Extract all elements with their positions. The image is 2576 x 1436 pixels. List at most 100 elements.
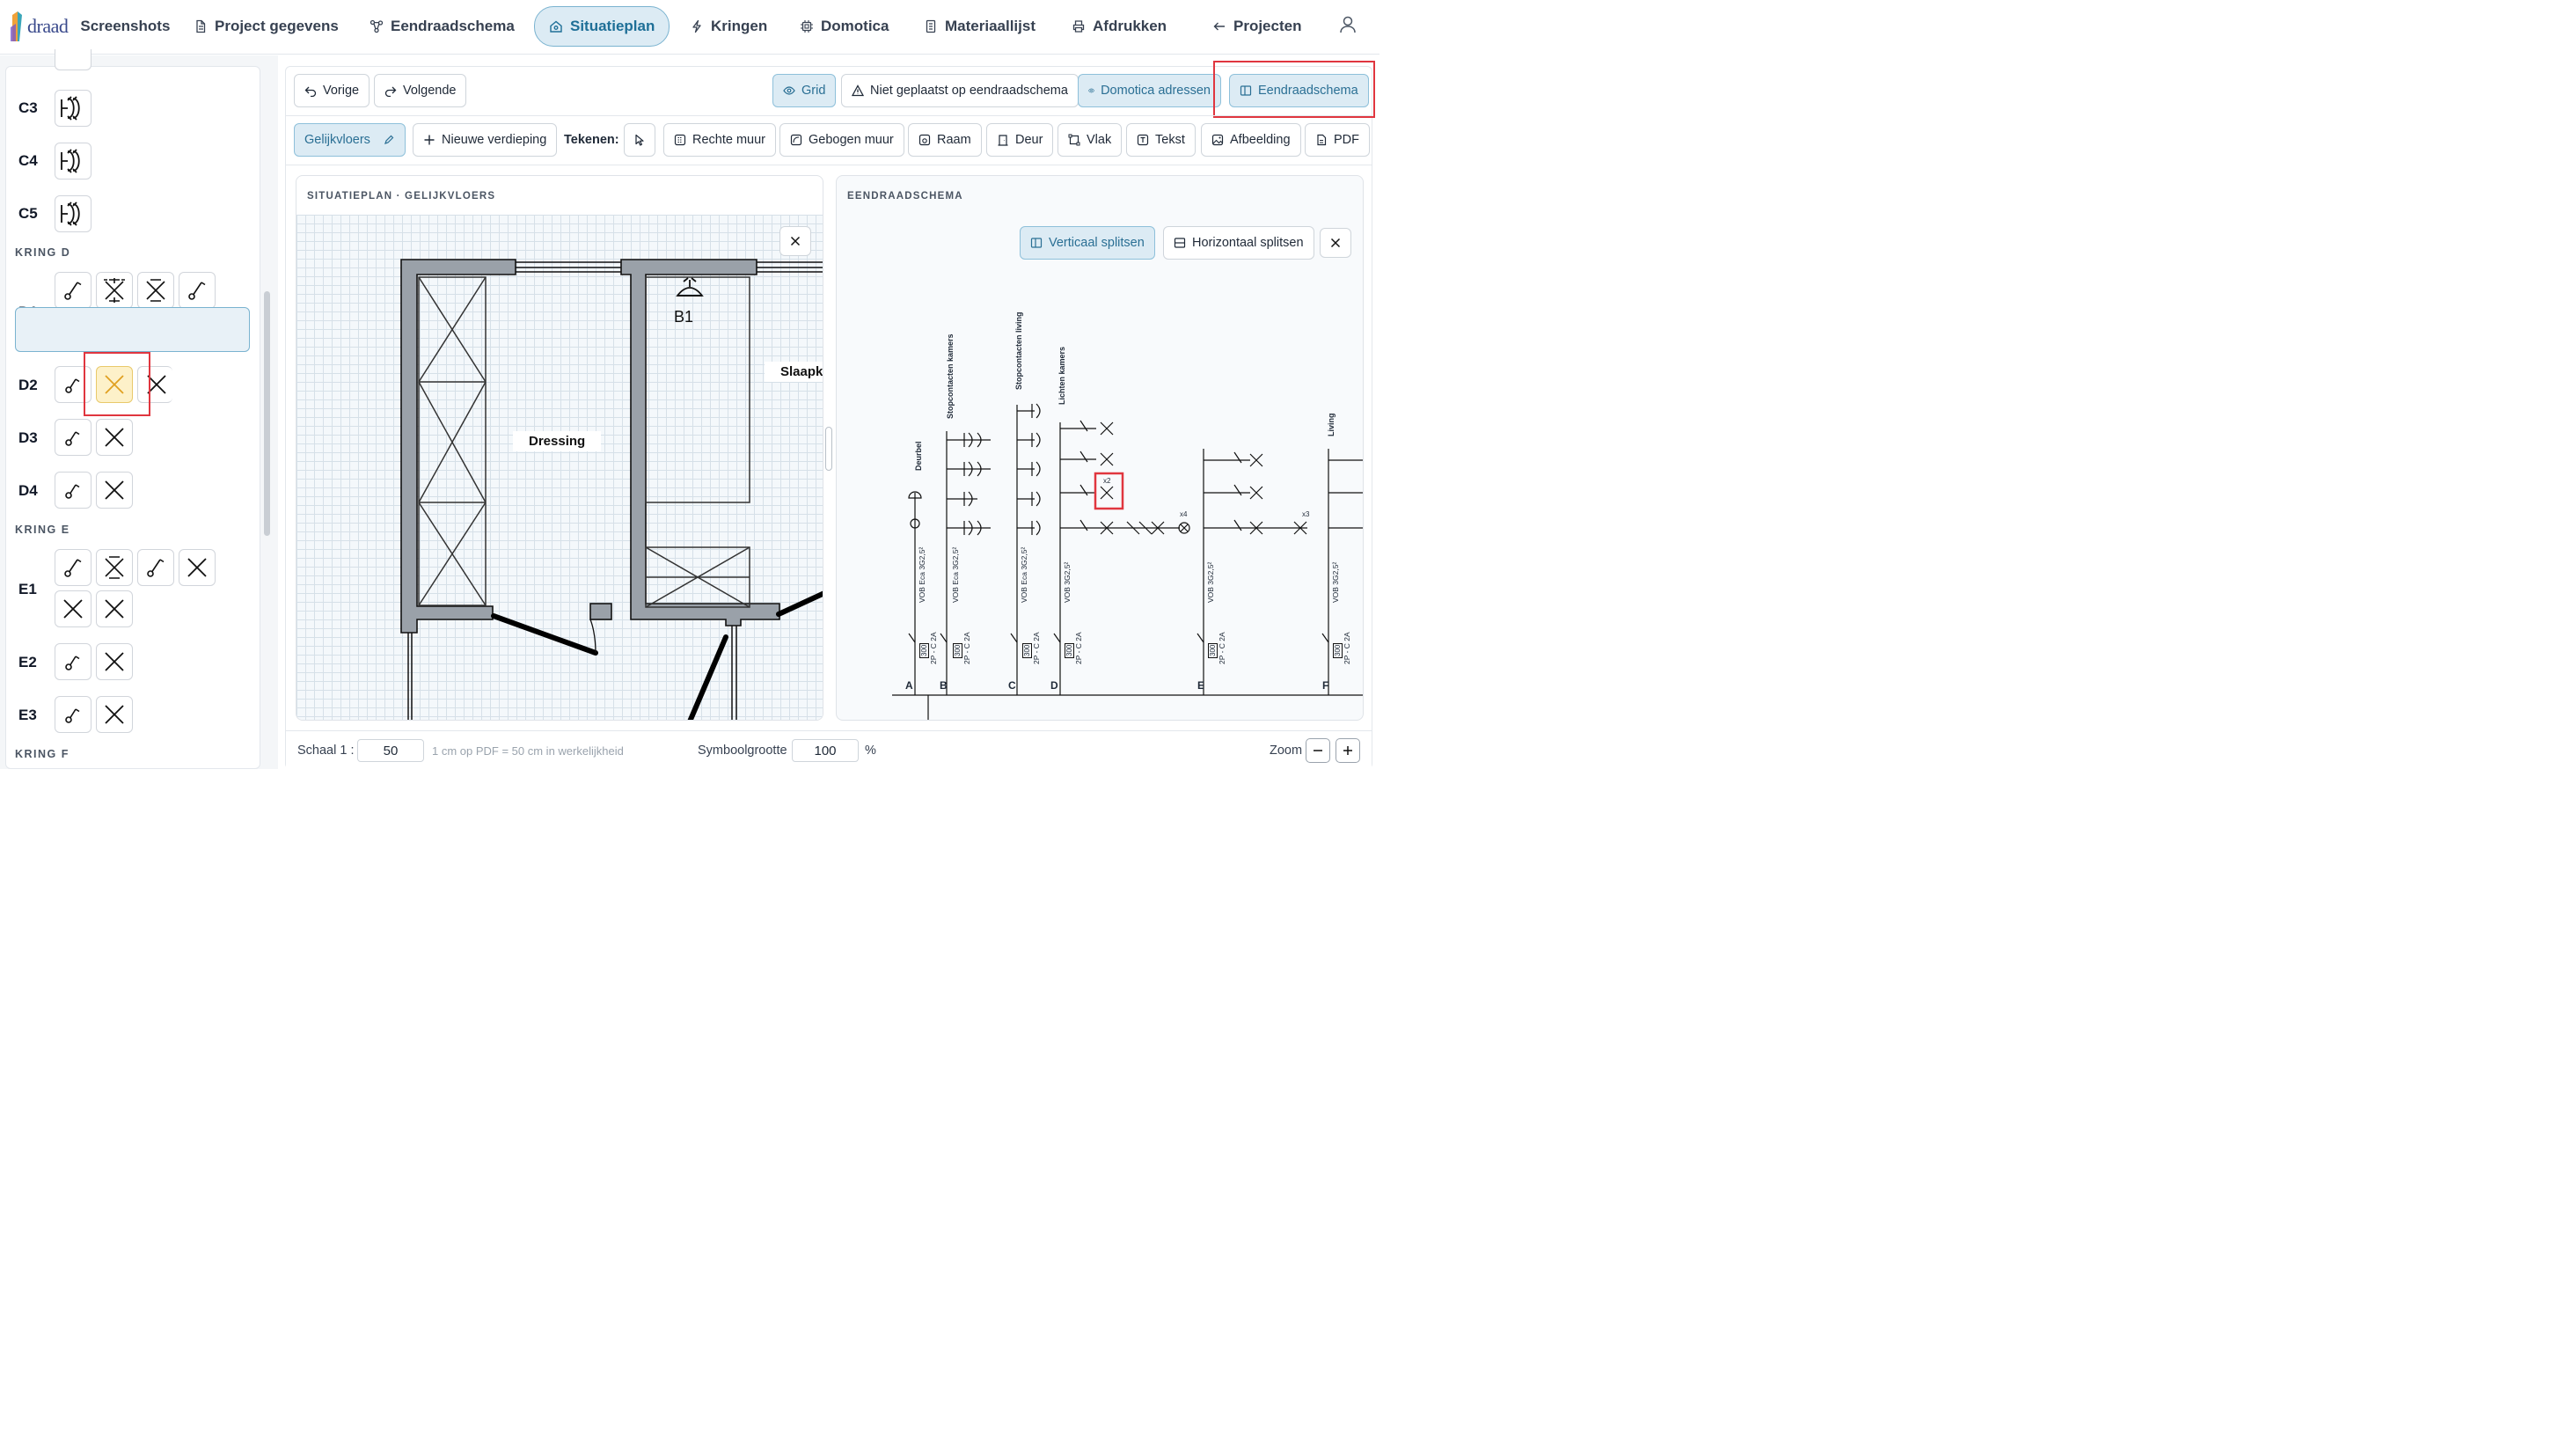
symbol-label-b1[interactable]: B1 bbox=[674, 308, 693, 326]
logo: draad bbox=[9, 10, 69, 43]
door-icon bbox=[998, 135, 1008, 146]
switch-symbol[interactable] bbox=[55, 696, 91, 733]
gebogen-muur-button[interactable]: Gebogen muur bbox=[779, 123, 904, 157]
kring-row-d2-selected[interactable] bbox=[15, 307, 250, 352]
eye-icon bbox=[783, 86, 795, 95]
nav-materiaallijst[interactable]: Materiaallijst bbox=[911, 7, 1048, 46]
light-double-symbol[interactable] bbox=[137, 272, 174, 309]
switch-symbol[interactable] bbox=[137, 549, 174, 586]
curved-wall-icon bbox=[790, 134, 802, 146]
switch-icon bbox=[147, 559, 165, 577]
switch-symbol[interactable] bbox=[55, 549, 91, 586]
nieuwe-verdieping-button[interactable]: Nieuwe verdieping bbox=[413, 123, 558, 157]
nav-label: Afdrukken bbox=[1093, 18, 1167, 34]
close-icon bbox=[790, 236, 801, 246]
rechte-muur-button[interactable]: Rechte muur bbox=[663, 123, 777, 157]
nav-eendraadschema[interactable]: Eendraadschema bbox=[357, 7, 527, 46]
switch-icon bbox=[188, 282, 206, 300]
nav-label: Project gegevens bbox=[215, 18, 339, 34]
nav-project-gegevens[interactable]: Project gegevens bbox=[181, 7, 351, 46]
niet-geplaatst-button[interactable]: Niet geplaatst op eendraadschema bbox=[841, 74, 1079, 107]
close-floorplan-button[interactable] bbox=[779, 226, 811, 256]
floorplan-canvas[interactable]: B1 Dressing Slaapk bbox=[296, 215, 823, 720]
section-kring-d: KRING D bbox=[15, 246, 71, 259]
logo-text: draad bbox=[27, 15, 69, 37]
multiplier-x3: x3 bbox=[1302, 510, 1310, 518]
zoom-in-button[interactable] bbox=[1336, 738, 1360, 763]
switch-symbol[interactable] bbox=[55, 272, 91, 309]
switch-icon bbox=[64, 559, 82, 577]
breaker-label-f: 2P - C 2A bbox=[1343, 632, 1351, 664]
symbol-partial[interactable] bbox=[55, 49, 91, 70]
cable-label-f: VOB 3G2,5² bbox=[1331, 561, 1340, 603]
undo-icon bbox=[304, 86, 317, 97]
grid-toggle-button[interactable]: Grid bbox=[772, 74, 837, 107]
scrollbar[interactable] bbox=[264, 291, 270, 536]
switch-icon bbox=[65, 484, 80, 499]
pdf-button[interactable]: PDF bbox=[1305, 123, 1370, 157]
light-double-symbol[interactable] bbox=[96, 549, 133, 586]
multiplier-x2: x2 bbox=[1103, 477, 1111, 485]
afbeelding-button[interactable]: Afbeelding bbox=[1201, 123, 1301, 157]
printer-icon bbox=[1072, 20, 1085, 33]
light-symbol[interactable] bbox=[96, 472, 133, 509]
tekst-button[interactable]: Tekst bbox=[1126, 123, 1196, 157]
user-icon[interactable] bbox=[1337, 14, 1358, 35]
schaal-hint: 1 cm op PDF = 50 cm in werkelijkheid bbox=[432, 744, 624, 758]
list-icon bbox=[926, 19, 936, 33]
light-icon bbox=[105, 428, 124, 447]
circuit-name-b: Stopcontacten kamers bbox=[946, 333, 955, 419]
circuit-name-a: Deurbel bbox=[914, 441, 923, 471]
nav-kringen[interactable]: Kringen bbox=[677, 7, 779, 46]
multiplier-x4: x4 bbox=[1180, 510, 1188, 518]
symboolgrootte-label: Symboolgrootte bbox=[698, 744, 787, 758]
socket-double-symbol[interactable] bbox=[55, 143, 91, 180]
brand[interactable]: draad Screenshots bbox=[9, 9, 170, 44]
room-label-slaapkamer[interactable]: Slaapk bbox=[765, 362, 823, 382]
switch-symbol[interactable] bbox=[55, 472, 91, 509]
schaal-input[interactable]: 50 bbox=[357, 739, 424, 762]
switch-icon bbox=[64, 282, 82, 300]
split-resize-handle[interactable] bbox=[825, 427, 832, 471]
volgende-button[interactable]: Volgende bbox=[374, 74, 467, 107]
deur-button[interactable]: Deur bbox=[986, 123, 1054, 157]
room-label-dressing[interactable]: Dressing bbox=[513, 431, 602, 451]
eye-icon bbox=[1088, 88, 1094, 93]
light-double-symbol[interactable] bbox=[96, 272, 133, 309]
symboolgrootte-input[interactable]: 100 bbox=[792, 739, 859, 762]
light-icon bbox=[187, 558, 207, 577]
nav-situatieplan[interactable]: Situatieplan bbox=[534, 6, 670, 47]
light-symbol[interactable] bbox=[96, 696, 133, 733]
light-symbol[interactable] bbox=[96, 590, 133, 627]
nav-domotica[interactable]: Domotica bbox=[787, 7, 901, 46]
select-tool-button[interactable] bbox=[624, 123, 655, 157]
domotica-adressen-button[interactable]: Domotica adressen bbox=[1078, 74, 1221, 107]
window-icon bbox=[918, 134, 931, 146]
kring-label-c4: C4 bbox=[18, 152, 38, 169]
diagram-icon bbox=[370, 19, 384, 33]
switch-symbol[interactable] bbox=[55, 419, 91, 456]
vorige-button[interactable]: Vorige bbox=[294, 74, 370, 107]
light-icon bbox=[63, 599, 83, 619]
raam-button[interactable]: Raam bbox=[908, 123, 982, 157]
switch-symbol[interactable] bbox=[55, 643, 91, 680]
light-symbol[interactable] bbox=[96, 643, 133, 680]
logo-mark-icon bbox=[11, 11, 22, 41]
socket-double-symbol[interactable] bbox=[55, 195, 91, 232]
diff-value-a: 300 bbox=[919, 642, 929, 658]
zoom-label: Zoom bbox=[1270, 744, 1303, 758]
vlak-button[interactable]: Vlak bbox=[1057, 123, 1123, 157]
light-symbol[interactable] bbox=[55, 590, 91, 627]
socket-double-symbol[interactable] bbox=[55, 90, 91, 127]
zoom-out-button[interactable] bbox=[1306, 738, 1330, 763]
top-nav: draad Screenshots Project gegevens Eendr… bbox=[0, 0, 1379, 55]
floor-select-button[interactable]: Gelijkvloers bbox=[294, 123, 406, 157]
switch-symbol[interactable] bbox=[179, 272, 216, 309]
light-double-icon bbox=[104, 278, 125, 303]
light-symbol[interactable] bbox=[96, 419, 133, 456]
light-symbol[interactable] bbox=[179, 549, 216, 586]
nav-projecten[interactable]: Projecten bbox=[1200, 7, 1314, 46]
light-icon bbox=[105, 705, 124, 724]
brand-title: Screenshots bbox=[80, 18, 171, 34]
nav-afdrukken[interactable]: Afdrukken bbox=[1059, 7, 1179, 46]
